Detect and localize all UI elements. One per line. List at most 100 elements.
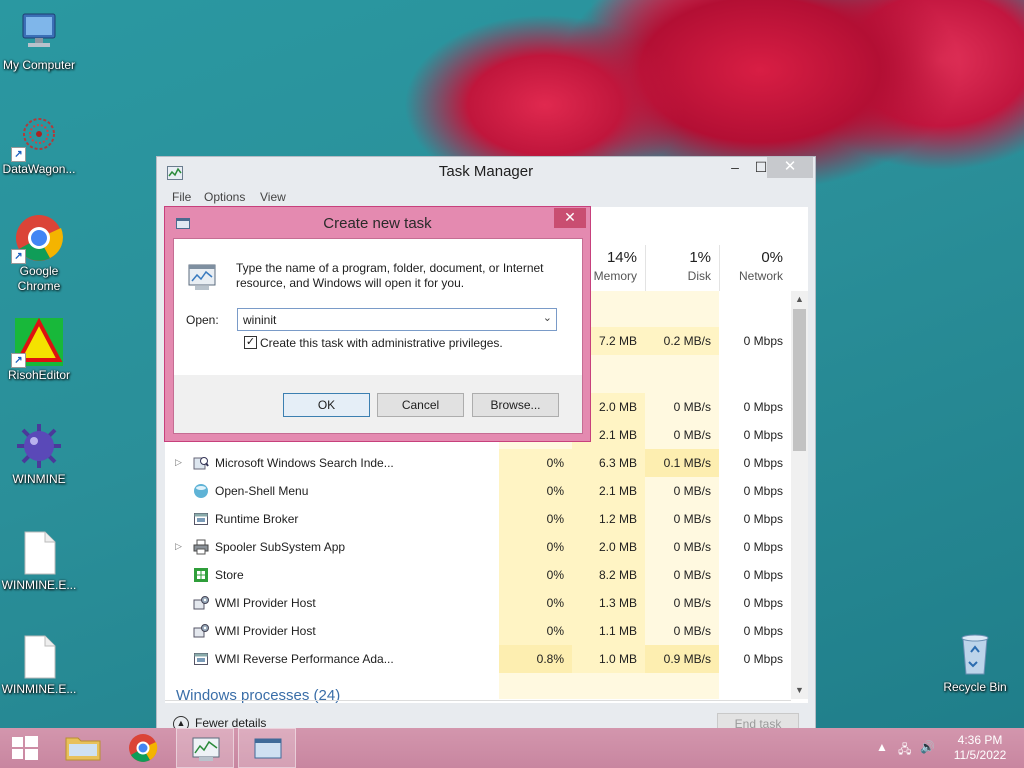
- desktop-icon-datawagon[interactable]: ↗ DataWagon...: [0, 112, 78, 177]
- network-cell: 0 Mbps: [743, 428, 783, 442]
- process-name: WMI Provider Host: [215, 596, 316, 610]
- table-row[interactable]: Runtime Broker 0% 1.2 MB 0 MB/s 0 Mbps: [165, 505, 791, 533]
- open-input-value[interactable]: wininit: [243, 313, 276, 327]
- task-manager-icon: [192, 737, 220, 761]
- cancel-button[interactable]: Cancel: [377, 393, 464, 417]
- network-icon[interactable]: 🖧: [898, 740, 911, 761]
- shortcut-arrow-icon: ↗: [11, 353, 26, 368]
- cpu-cell: 0%: [499, 449, 572, 477]
- desktop-icon-google-chrome[interactable]: ↗ Google Chrome: [0, 214, 78, 294]
- cpu-cell: 0%: [499, 477, 572, 505]
- title-bar[interactable]: Task Manager – ☐ ✕: [157, 157, 815, 187]
- windows-logo-icon: [12, 736, 38, 760]
- desktop-icon-recycle-bin[interactable]: Recycle Bin: [936, 630, 1014, 695]
- cpu-cell: 0%: [499, 561, 572, 589]
- taskbar-task-manager[interactable]: [176, 728, 234, 768]
- network-cell: 0 Mbps: [743, 334, 783, 348]
- browse-button[interactable]: Browse...: [472, 393, 559, 417]
- table-row[interactable]: WMI Provider Host 0% 1.3 MB 0 MB/s 0 Mbp…: [165, 589, 791, 617]
- process-name: WMI Reverse Performance Ada...: [215, 652, 394, 666]
- dialog-title: Create new task: [323, 215, 432, 232]
- cpu-cell: 0%: [499, 533, 572, 561]
- menu-bar: File Options View: [157, 187, 815, 207]
- admin-privileges-label[interactable]: Create this task with administrative pri…: [260, 336, 503, 350]
- table-row[interactable]: WMI Reverse Performance Ada... 0.8% 1.0 …: [165, 645, 791, 673]
- desktop-icon-label: WINMINE.E...: [1, 682, 77, 696]
- disk-cell: 0 MB/s: [645, 617, 719, 645]
- vertical-scrollbar[interactable]: ▲ ▼: [791, 291, 808, 699]
- disk-cell: 0 MB/s: [645, 421, 719, 449]
- disk-cell: 0 MB/s: [645, 393, 719, 421]
- admin-privileges-checkbox[interactable]: ✓: [244, 336, 257, 349]
- scrollbar-thumb[interactable]: [793, 309, 806, 451]
- menu-view[interactable]: View: [260, 190, 286, 204]
- memory-cell: 8.2 MB: [572, 561, 645, 589]
- speaker-icon[interactable]: 🔊: [920, 740, 935, 754]
- disk-cell: 0 MB/s: [645, 477, 719, 505]
- clock-time: 4:36 PM: [957, 733, 1003, 747]
- scroll-up-icon[interactable]: ▲: [791, 291, 808, 308]
- window-title: Task Manager: [438, 163, 534, 180]
- scroll-down-icon[interactable]: ▼: [791, 682, 808, 699]
- network-cell: 0 Mbps: [743, 568, 783, 582]
- show-hidden-icons[interactable]: ▲: [876, 740, 888, 754]
- risoheditor-icon: ↗: [11, 317, 63, 368]
- table-row[interactable]: Open-Shell Menu 0% 2.1 MB 0 MB/s 0 Mbps: [165, 477, 791, 505]
- desktop-icon-label: WINMINE.E...: [1, 578, 77, 592]
- disk-cell: 0 MB/s: [645, 561, 719, 589]
- chevron-down-icon[interactable]: ⌄: [543, 311, 552, 324]
- desktop-icon-winmine[interactable]: WINMINE: [0, 422, 78, 487]
- open-label: Open:: [186, 313, 219, 327]
- menu-file[interactable]: File: [172, 190, 191, 204]
- table-row[interactable]: WMI Provider Host 0% 1.1 MB 0 MB/s 0 Mbp…: [165, 617, 791, 645]
- datawagon-icon: ↗: [11, 112, 63, 162]
- column-disk[interactable]: 1% Disk: [645, 245, 719, 291]
- network-cell: 0 Mbps: [743, 400, 783, 414]
- menu-options[interactable]: Options: [204, 190, 245, 204]
- taskbar-create-new-task[interactable]: [238, 728, 296, 768]
- table-row[interactable]: ▷ Spooler SubSystem App 0% 2.0 MB 0 MB/s…: [165, 533, 791, 561]
- network-cell: 0 Mbps: [743, 652, 783, 666]
- column-network-label: Network: [738, 269, 783, 283]
- desktop-icon-label: My Computer: [2, 58, 76, 72]
- start-button[interactable]: [0, 728, 50, 768]
- taskbar: ▲ 🖧 🔊 4:36 PM 11/5/2022: [0, 728, 1024, 768]
- process-name: Microsoft Windows Search Inde...: [215, 456, 394, 470]
- expand-arrow-icon[interactable]: ▷: [175, 541, 182, 552]
- group-header-windows-processes[interactable]: Windows processes (24): [176, 687, 340, 704]
- chrome-icon: ↗: [11, 214, 63, 264]
- desktop-icon-my-computer[interactable]: My Computer: [0, 8, 78, 73]
- cpu-cell: 0%: [499, 505, 572, 533]
- divider: [165, 700, 791, 701]
- network-cell: 0 Mbps: [743, 540, 783, 554]
- table-row[interactable]: ▷ Microsoft Windows Search Inde... 0% 6.…: [165, 449, 791, 477]
- memory-cell: 1.2 MB: [572, 505, 645, 533]
- desktop-icon-label: WINMINE: [12, 472, 66, 486]
- desktop-icon-winmine-exe-2[interactable]: WINMINE.E...: [0, 632, 78, 697]
- file-icon: [15, 632, 63, 680]
- dialog-close-button[interactable]: ✕: [554, 208, 586, 228]
- desktop-icon-label: Recycle Bin: [943, 680, 1007, 694]
- window-app-icon: [194, 513, 208, 525]
- minimize-button[interactable]: –: [722, 157, 748, 178]
- disk-cell: 0.1 MB/s: [645, 449, 719, 477]
- disk-cell: 0.2 MB/s: [645, 327, 719, 355]
- column-network[interactable]: 0% Network: [719, 245, 791, 291]
- taskbar-file-explorer[interactable]: [54, 728, 112, 768]
- expand-arrow-icon[interactable]: ▷: [175, 457, 182, 468]
- taskbar-clock[interactable]: 4:36 PM 11/5/2022: [945, 733, 1015, 763]
- column-disk-percent: 1%: [689, 249, 711, 266]
- column-disk-label: Disk: [687, 269, 711, 283]
- wmi-icon: [193, 596, 209, 610]
- taskbar-chrome[interactable]: [114, 728, 172, 768]
- desktop-icon-winmine-exe-1[interactable]: WINMINE.E...: [0, 528, 78, 593]
- table-row[interactable]: Store 0% 8.2 MB 0 MB/s 0 Mbps: [165, 561, 791, 589]
- open-combobox[interactable]: wininit ⌄: [237, 308, 557, 331]
- computer-icon: [15, 8, 63, 56]
- recycle-bin-icon: [951, 630, 999, 678]
- desktop-icon-risoheditor[interactable]: ↗ RisohEditor: [0, 317, 78, 383]
- disk-cell: 0 MB/s: [645, 505, 719, 533]
- close-button[interactable]: ✕: [767, 157, 813, 178]
- dialog-button-bar: OK Cancel Browse...: [174, 375, 582, 433]
- ok-button[interactable]: OK: [283, 393, 370, 417]
